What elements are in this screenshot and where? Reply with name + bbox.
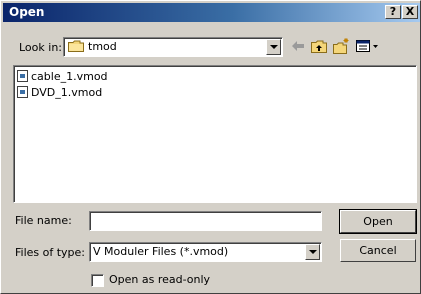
open-dialog: Open ? X Look in: tmod cable_1.vmod DVD_… xyxy=(0,0,421,294)
folder-icon xyxy=(68,40,84,52)
read-only-label[interactable]: Open as read-only xyxy=(109,273,210,287)
help-button[interactable]: ? xyxy=(385,5,401,19)
file-list[interactable]: cable_1.vmod DVD_1.vmod xyxy=(13,65,417,203)
up-folder-icon[interactable] xyxy=(310,37,328,55)
chevron-down-icon xyxy=(309,250,317,254)
back-arrow-icon[interactable] xyxy=(289,37,307,55)
look-in-combo[interactable]: tmod xyxy=(63,37,283,57)
list-item[interactable]: cable_1.vmod xyxy=(17,69,137,84)
look-in-label: Look in: xyxy=(19,41,62,54)
file-icon xyxy=(17,86,28,98)
look-in-dropdown-button[interactable] xyxy=(266,39,281,55)
open-button[interactable]: Open xyxy=(339,209,417,234)
view-menu-icon[interactable] xyxy=(355,37,381,55)
file-name-input[interactable] xyxy=(89,211,322,231)
list-item[interactable]: DVD_1.vmod xyxy=(17,85,137,100)
files-of-type-dropdown-button[interactable] xyxy=(305,244,320,260)
window-title: Open xyxy=(9,5,45,19)
new-folder-icon[interactable] xyxy=(332,37,350,55)
file-name-text: DVD_1.vmod xyxy=(31,86,103,99)
chevron-down-icon xyxy=(270,45,278,49)
title-bar[interactable]: Open ? X xyxy=(3,3,420,22)
read-only-checkbox[interactable] xyxy=(91,274,104,287)
cancel-button[interactable]: Cancel xyxy=(340,239,416,262)
look-in-value: tmod xyxy=(88,40,117,53)
file-name-label: File name: xyxy=(15,214,72,227)
file-name-text: cable_1.vmod xyxy=(31,70,108,83)
files-of-type-label: Files of type: xyxy=(15,246,86,259)
file-icon xyxy=(17,70,28,82)
close-button[interactable]: X xyxy=(402,5,418,19)
files-of-type-value: V Moduler Files (*.vmod) xyxy=(93,245,229,258)
files-of-type-select[interactable]: V Moduler Files (*.vmod) xyxy=(89,242,322,262)
